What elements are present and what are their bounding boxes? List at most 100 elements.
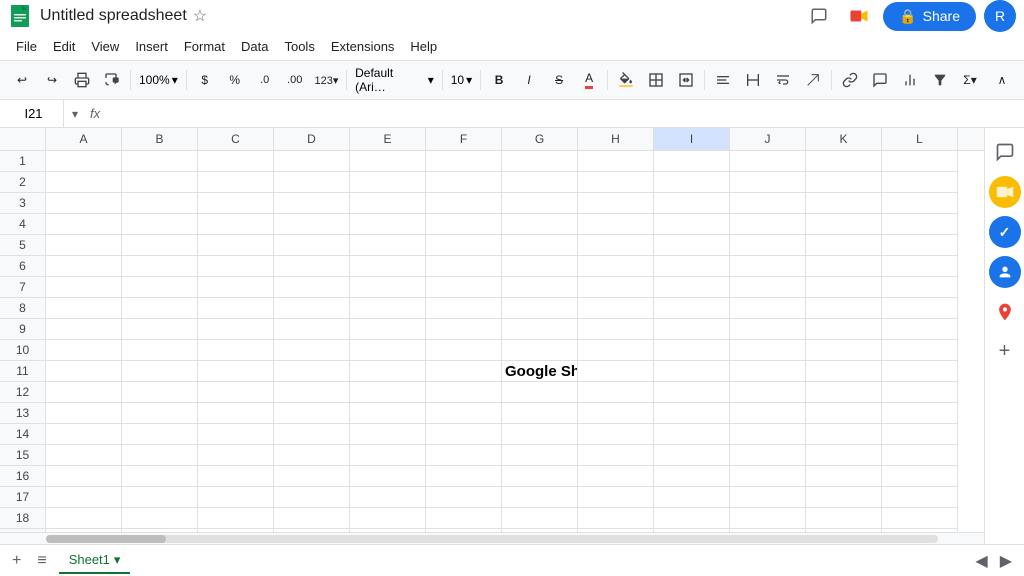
menu-extensions[interactable]: Extensions: [323, 35, 403, 58]
cell-J1[interactable]: [730, 151, 806, 172]
add-sheet-button[interactable]: +: [8, 550, 25, 572]
cell-F12[interactable]: [426, 382, 502, 403]
cell-E19[interactable]: [350, 529, 426, 532]
merge-cells-button[interactable]: [672, 66, 700, 94]
cell-G11[interactable]: Google Sheet: [502, 361, 578, 382]
cell-H4[interactable]: [578, 214, 654, 235]
row-number[interactable]: 7: [0, 277, 46, 298]
cell-D7[interactable]: [274, 277, 350, 298]
cell-I7[interactable]: [654, 277, 730, 298]
col-header-G[interactable]: G: [502, 128, 578, 150]
cell-I1[interactable]: [654, 151, 730, 172]
valign-button[interactable]: [739, 66, 767, 94]
cell-D5[interactable]: [274, 235, 350, 256]
meet-button[interactable]: [843, 0, 875, 32]
cell-A3[interactable]: [46, 193, 122, 214]
cell-F13[interactable]: [426, 403, 502, 424]
cell-B11[interactable]: [122, 361, 198, 382]
cell-G12[interactable]: [502, 382, 578, 403]
cell-L3[interactable]: [882, 193, 958, 214]
cell-A5[interactable]: [46, 235, 122, 256]
cell-D6[interactable]: [274, 256, 350, 277]
menu-tools[interactable]: Tools: [276, 35, 322, 58]
cell-A1[interactable]: [46, 151, 122, 172]
cell-L18[interactable]: [882, 508, 958, 529]
cell-I9[interactable]: [654, 319, 730, 340]
cell-E10[interactable]: [350, 340, 426, 361]
cell-reference-input[interactable]: I21: [4, 100, 64, 127]
cell-E7[interactable]: [350, 277, 426, 298]
percent-button[interactable]: %: [221, 66, 249, 94]
cell-A11[interactable]: [46, 361, 122, 382]
cell-D16[interactable]: [274, 466, 350, 487]
cell-I18[interactable]: [654, 508, 730, 529]
sidebar-maps-icon[interactable]: [989, 296, 1021, 328]
row-number[interactable]: 17: [0, 487, 46, 508]
cell-L15[interactable]: [882, 445, 958, 466]
cell-D2[interactable]: [274, 172, 350, 193]
cell-J5[interactable]: [730, 235, 806, 256]
cell-G5[interactable]: [502, 235, 578, 256]
row-number[interactable]: 19: [0, 529, 46, 532]
cell-J18[interactable]: [730, 508, 806, 529]
cell-C11[interactable]: [198, 361, 274, 382]
share-button[interactable]: 🔒 Share: [883, 2, 976, 31]
filter-button[interactable]: [926, 66, 954, 94]
cell-I8[interactable]: [654, 298, 730, 319]
cell-B18[interactable]: [122, 508, 198, 529]
cell-C19[interactable]: [198, 529, 274, 532]
cell-E8[interactable]: [350, 298, 426, 319]
formula-bar-expand[interactable]: ▾: [68, 107, 82, 121]
cell-L12[interactable]: [882, 382, 958, 403]
cell-C15[interactable]: [198, 445, 274, 466]
cell-C14[interactable]: [198, 424, 274, 445]
cell-D19[interactable]: [274, 529, 350, 532]
row-number[interactable]: 5: [0, 235, 46, 256]
sidebar-meet-icon[interactable]: [989, 176, 1021, 208]
cell-D4[interactable]: [274, 214, 350, 235]
cell-D14[interactable]: [274, 424, 350, 445]
row-number[interactable]: 13: [0, 403, 46, 424]
cell-A15[interactable]: [46, 445, 122, 466]
cell-G8[interactable]: [502, 298, 578, 319]
col-header-J[interactable]: J: [730, 128, 806, 150]
cell-K19[interactable]: [806, 529, 882, 532]
cell-K7[interactable]: [806, 277, 882, 298]
cell-B15[interactable]: [122, 445, 198, 466]
cell-K1[interactable]: [806, 151, 882, 172]
cell-K4[interactable]: [806, 214, 882, 235]
cell-K9[interactable]: [806, 319, 882, 340]
cell-B8[interactable]: [122, 298, 198, 319]
comment-button[interactable]: [803, 0, 835, 32]
cell-L13[interactable]: [882, 403, 958, 424]
cell-J19[interactable]: [730, 529, 806, 532]
col-header-B[interactable]: B: [122, 128, 198, 150]
cell-F16[interactable]: [426, 466, 502, 487]
cell-B10[interactable]: [122, 340, 198, 361]
row-number[interactable]: 14: [0, 424, 46, 445]
cell-L14[interactable]: [882, 424, 958, 445]
cell-F6[interactable]: [426, 256, 502, 277]
cell-H14[interactable]: [578, 424, 654, 445]
cell-G15[interactable]: [502, 445, 578, 466]
cell-H16[interactable]: [578, 466, 654, 487]
cell-F14[interactable]: [426, 424, 502, 445]
cell-I10[interactable]: [654, 340, 730, 361]
cell-E2[interactable]: [350, 172, 426, 193]
row-number[interactable]: 10: [0, 340, 46, 361]
cell-L1[interactable]: [882, 151, 958, 172]
menu-edit[interactable]: Edit: [45, 35, 83, 58]
cell-H18[interactable]: [578, 508, 654, 529]
row-number[interactable]: 18: [0, 508, 46, 529]
col-header-C[interactable]: C: [198, 128, 274, 150]
formula-input[interactable]: [108, 100, 1020, 127]
cell-G14[interactable]: [502, 424, 578, 445]
cell-D17[interactable]: [274, 487, 350, 508]
rotate-button[interactable]: [799, 66, 827, 94]
cell-A9[interactable]: [46, 319, 122, 340]
cell-A14[interactable]: [46, 424, 122, 445]
fill-color-button[interactable]: [612, 66, 640, 94]
row-number[interactable]: 2: [0, 172, 46, 193]
cell-G19[interactable]: [502, 529, 578, 532]
chart-button[interactable]: [896, 66, 924, 94]
